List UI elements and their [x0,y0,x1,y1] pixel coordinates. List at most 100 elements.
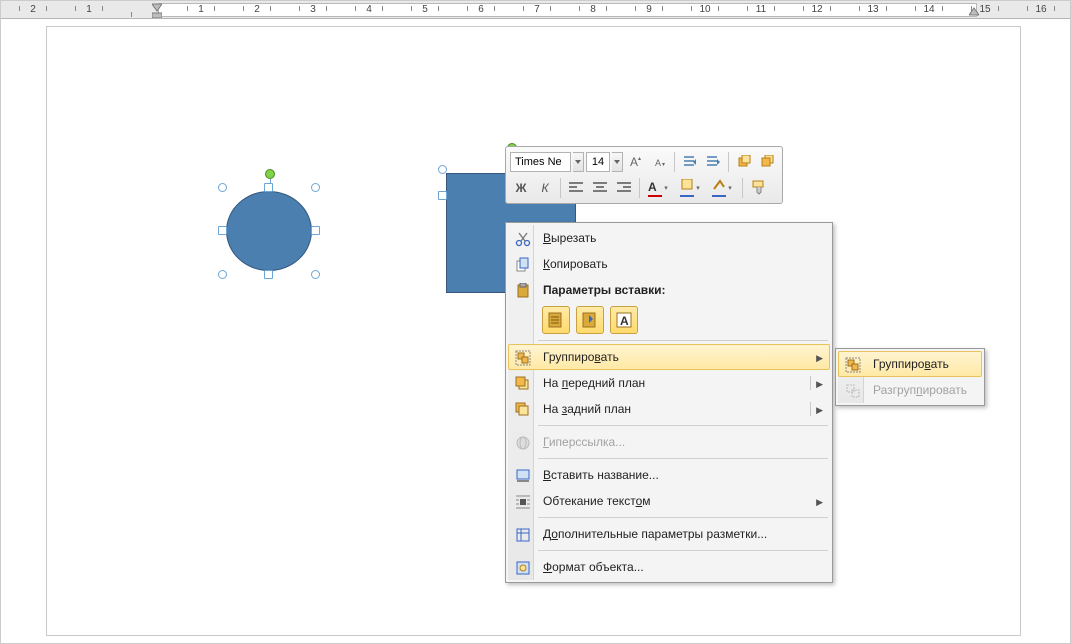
ruler-tick: 6 [453,4,509,15]
align-right-button[interactable] [613,177,635,199]
font-name-input[interactable]: Times Ne [510,152,571,172]
submenu-arrow-icon: ▶ [816,353,823,364]
ruler-tick: 11 [733,4,789,15]
scissors-icon [514,230,532,248]
font-size-dropdown[interactable] [612,152,624,172]
menu-separator [538,340,828,341]
submenu-arrow-icon: ▶ [816,405,823,416]
bring-front-icon [514,375,532,393]
ruler-tick: 9 [621,4,677,15]
increase-indent-button[interactable] [703,151,724,173]
format-painter-button[interactable] [747,177,769,199]
shape-outline-button[interactable]: ▾ [708,177,738,199]
shrink-font-button[interactable]: A▾ [649,151,670,173]
menu-more-layout[interactable]: Дополнительные параметры разметки... [508,521,830,547]
menu-label: Формат объекта... [543,560,644,574]
ruler-tick: 15 [957,4,1013,15]
indent-marker-left[interactable] [152,1,162,19]
menu-label: Гиперссылка... [543,435,625,449]
ruler-tick: 8 [565,4,621,15]
menu-label: На передний план [543,376,645,390]
menu-label: На задний план [543,402,631,416]
align-center-button[interactable] [589,177,611,199]
font-size-input[interactable]: 14 [586,152,610,172]
paste-merge-button[interactable] [576,306,604,334]
paste-keep-source-button[interactable] [542,306,570,334]
ruler-tick: 13 [845,4,901,15]
resize-handle[interactable] [311,183,320,192]
clipboard-icon [514,282,532,300]
hyperlink-icon [514,434,532,452]
ruler-tick: 3 [285,4,341,15]
svg-text:▾: ▾ [662,162,665,168]
ruler-tick: 2 [5,4,61,15]
menu-separator [538,425,828,426]
resize-handle[interactable] [311,270,320,279]
resize-handle[interactable] [438,191,447,200]
menu-format-object[interactable]: Формат объекта... [508,554,830,580]
submenu-arrow-icon: ▶ [816,497,823,508]
menu-cut[interactable]: Вырезать [508,225,830,251]
ruler-tick: 17 [1069,4,1070,15]
menu-label: Группировать [543,350,619,364]
menu-separator [538,458,828,459]
resize-handle[interactable] [218,226,227,235]
mini-toolbar: Times Ne 14 A▴ A▾ Ж К A▾ ▾ ▾ [505,146,783,204]
submenu-ungroup: Разгруппировать [838,377,982,403]
ruler-tick: 4 [341,4,397,15]
menu-label: Обтекание текстом [543,494,651,508]
font-name-dropdown[interactable] [573,152,585,172]
menu-copy[interactable]: Копировать [508,251,830,277]
paste-options-row: A [508,303,830,337]
decrease-indent-button[interactable] [679,151,700,173]
group-icon [514,349,532,367]
menu-bring-to-front[interactable]: На передний план ▶ [508,370,830,396]
resize-handle[interactable] [264,183,273,192]
rotation-handle[interactable] [265,169,275,179]
menu-label: Копировать [543,257,608,271]
menu-separator [538,550,828,551]
menu-label: Дополнительные параметры разметки... [543,527,767,541]
submenu-arrow-icon: ▶ [816,379,823,390]
paste-text-only-button[interactable]: A [610,306,638,334]
ungroup-icon [844,382,862,400]
shape-fill-back-button[interactable] [757,151,778,173]
svg-text:A: A [620,314,629,328]
menu-insert-caption[interactable]: Вставить название... [508,462,830,488]
ruler-tick: 1 [61,4,117,15]
context-menu: Вырезать Копировать Параметры вставки: A… [505,222,833,583]
ruler-tick: 14 [901,4,957,15]
ruler-tick: 10 [677,4,733,15]
grow-font-button[interactable]: A▴ [625,151,646,173]
resize-handle[interactable] [311,226,320,235]
caption-icon [514,467,532,485]
menu-label: Разгруппировать [873,383,967,397]
highlight-button[interactable]: ▾ [676,177,706,199]
font-color-button[interactable]: A▾ [644,177,674,199]
menu-label: Вырезать [543,231,596,245]
menu-hyperlink: Гиперссылка... [508,429,830,455]
group-icon [844,356,862,374]
ruler-tick: 16 [1013,4,1069,15]
resize-handle[interactable] [218,183,227,192]
menu-text-wrap[interactable]: Обтекание текстом ▶ [508,488,830,514]
ruler-tick: 5 [397,4,453,15]
send-back-icon [514,401,532,419]
resize-handle[interactable] [264,270,273,279]
menu-label: Параметры вставки: [543,283,666,297]
submenu-group[interactable]: Группировать [838,351,982,377]
shape-fill-front-button[interactable] [733,151,754,173]
indent-marker-right[interactable] [969,1,979,19]
italic-button[interactable]: К [534,177,556,199]
menu-send-to-back[interactable]: На задний план ▶ [508,396,830,422]
ruler-tick: 1 [173,4,229,15]
horizontal-ruler[interactable]: 2 1 1 2 3 4 5 6 7 8 9 10 11 12 13 14 15 … [1,1,1070,19]
menu-separator [538,517,828,518]
menu-group[interactable]: Группировать ▶ [508,344,830,370]
align-left-button[interactable] [565,177,587,199]
menu-label: Группировать [873,357,949,371]
resize-handle[interactable] [218,270,227,279]
bold-button[interactable]: Ж [510,177,532,199]
group-submenu: Группировать Разгруппировать [835,348,985,406]
resize-handle[interactable] [438,165,447,174]
